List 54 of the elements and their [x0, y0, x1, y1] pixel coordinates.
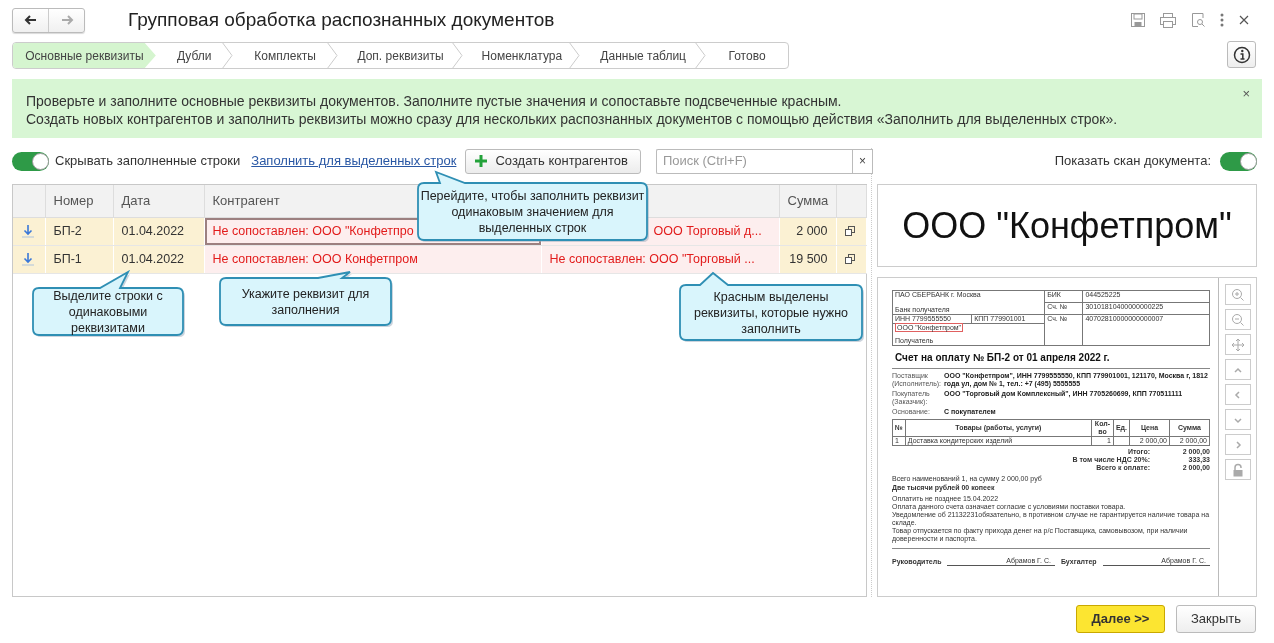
table-cell: БП-2	[45, 217, 113, 245]
chevron-right-button[interactable]	[1224, 434, 1251, 455]
tooltip: Перейдите, чтобы заполнить реквизит одинаковым значением для выделенных строк	[416, 170, 651, 244]
toggle-label: Показать скан документа:	[1054, 152, 1211, 171]
chevron-left-button[interactable]	[1224, 384, 1251, 405]
table-cell: 01.04.2022	[113, 217, 204, 245]
table-row[interactable]: БП-1 01.04.2022 Не сопоставлен: ООО Конфетпром Не сопоставлен: ООО "Торговый ... 19 500	[13, 245, 866, 273]
column-header[interactable]: Контрагент	[212, 193, 280, 208]
create-button[interactable]: Создать контрагентов	[465, 148, 641, 174]
close-button[interactable]: ×	[1239, 84, 1253, 104]
search-field[interactable]: Поиск (Ctrl+F)	[655, 148, 852, 174]
save-icon[interactable]	[1130, 12, 1146, 28]
chevron-up-button[interactable]	[1224, 359, 1251, 380]
preview-icon[interactable]	[1190, 12, 1206, 28]
lock-button[interactable]	[1224, 459, 1251, 480]
move-button[interactable]	[1224, 334, 1251, 355]
plus-icon	[475, 155, 488, 167]
toggle-switch[interactable]	[12, 151, 49, 171]
tooltip: Выделите строки с одинаковыми реквизитами	[31, 270, 187, 339]
toggle-switch[interactable]	[1220, 151, 1257, 171]
zoom-in-button[interactable]	[1224, 284, 1251, 305]
clear-button[interactable]: ×	[851, 148, 873, 174]
window-title: Групповая обработка распознанных документов	[128, 7, 555, 32]
toggle-label: Скрывать заполненные строки	[55, 152, 241, 171]
move-icon	[1230, 337, 1245, 352]
next-button[interactable]: Далее >>	[1076, 605, 1165, 633]
close-button[interactable]: Закрыть	[1176, 605, 1256, 633]
open-window-icon[interactable]	[844, 226, 855, 237]
zoom-out-button[interactable]	[1224, 309, 1251, 330]
step-tab[interactable]: Основные реквизиты	[13, 43, 156, 68]
print-icon[interactable]	[1159, 12, 1177, 28]
more-icon[interactable]	[1219, 12, 1225, 28]
info-icon	[1232, 45, 1251, 64]
tooltip: Укажите реквизит для заполнения	[218, 270, 395, 329]
step-tab[interactable]: Готово	[706, 43, 788, 68]
chevron-down-button[interactable]	[1224, 409, 1251, 430]
down-arrow-icon	[21, 224, 35, 239]
table-cell: 01.04.2022	[113, 245, 204, 273]
table-cell[interactable]: Не сопоставлен: ООО Конфетпром	[204, 245, 541, 273]
info-text: Проверьте и заполните основные реквизиты документов. Заполните пустые значения и сопоставьте подсвеченные красным.	[26, 92, 843, 110]
zoom-out-icon	[1230, 312, 1245, 327]
table-cell[interactable]: Не сопоставлен: ООО "Торговый ...	[541, 245, 779, 273]
table-cell: БП-1	[45, 245, 113, 273]
doc-text: Счет на оплату № БП-2 от 01 апреля 2022 г.	[895, 352, 1111, 364]
open-window-icon[interactable]	[844, 254, 855, 265]
recognized-text: ООО "Конфетпром"	[877, 184, 1257, 267]
zoom-in-icon	[1230, 287, 1245, 302]
column-header[interactable]: Дата	[121, 193, 151, 208]
info-text: Создать новых контрагентов и заполнить реквизиты можно сразу для нескольких распознанных документов с помощью действия «Заполнить для выделенных строк».	[26, 110, 1119, 128]
down-arrow-icon	[21, 252, 35, 267]
fill-link[interactable]: Заполнить для выделенных строк	[251, 151, 457, 171]
tooltip: Красным выделены реквизиты, которые нужно заполнить	[678, 271, 866, 344]
info-button[interactable]	[1227, 41, 1256, 68]
close-icon[interactable]	[1238, 14, 1250, 26]
